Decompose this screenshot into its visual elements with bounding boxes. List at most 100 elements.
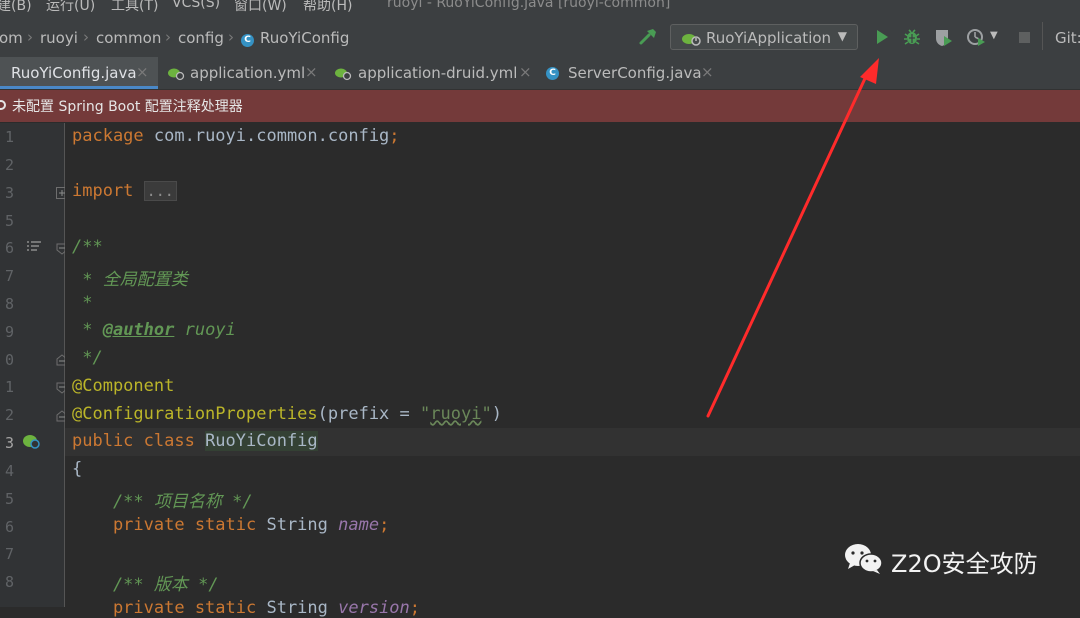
doc-comment: * xyxy=(72,270,103,290)
code-line: /** xyxy=(72,237,103,257)
spring-bean-icon[interactable] xyxy=(22,432,40,450)
menu-vcs[interactable]: VCS(S) xyxy=(172,0,220,11)
doc-comment: /** 版本 */ xyxy=(72,575,219,595)
debug-icon[interactable] xyxy=(901,26,923,48)
menu-build[interactable]: 建(B) xyxy=(0,0,32,14)
menu-help[interactable]: 帮助(H) xyxy=(303,0,352,14)
run-configuration-label: RuoYiApplication xyxy=(706,29,832,47)
punctuation: ; xyxy=(389,126,400,146)
keyword: package xyxy=(72,126,144,146)
type-name: String xyxy=(266,515,339,535)
window-title: ruoyi - RuoYiConfig.java [ruoyi-common] xyxy=(387,0,671,11)
code-line: private static String name; xyxy=(72,515,389,535)
editor-tab-bar: RuoYiConfig.java × application.yml × app… xyxy=(0,57,1080,90)
breadcrumb-item[interactable]: config xyxy=(178,29,224,47)
field-name: name xyxy=(338,515,380,535)
line-number: 6 xyxy=(4,239,14,257)
code-line: private static String version; xyxy=(72,598,420,618)
tab-label: application.yml xyxy=(190,64,306,82)
line-number: 2 xyxy=(4,406,14,424)
build-hammer-icon[interactable] xyxy=(637,26,659,48)
close-icon[interactable]: × xyxy=(305,63,318,81)
doc-comment-text: ruoyi xyxy=(174,320,236,340)
tab-label: ServerConfig.java xyxy=(568,64,702,82)
dropdown-caret-icon: ▼ xyxy=(837,29,847,43)
chevron-right-icon: › xyxy=(165,28,171,46)
line-number: 3 xyxy=(4,434,14,452)
breadcrumb-label: RuoYiConfig xyxy=(260,29,350,47)
menu-window[interactable]: 窗口(W) xyxy=(234,0,287,14)
line-number: 2 xyxy=(4,156,14,174)
toolbar-divider xyxy=(1042,22,1043,50)
doc-comment: */ xyxy=(72,348,103,368)
folded-imports[interactable]: ... xyxy=(143,181,177,201)
line-number: 1 xyxy=(4,378,14,396)
code-line: import ... xyxy=(72,181,177,201)
code-line: package com.ruoyi.common.config; xyxy=(72,126,400,146)
doc-comment: * xyxy=(72,320,103,340)
tab-application-yml[interactable]: application.yml × xyxy=(160,57,325,89)
menu-tools[interactable]: 工具(T) xyxy=(111,0,158,14)
close-icon[interactable]: × xyxy=(701,63,714,81)
breadcrumb-item[interactable]: om xyxy=(0,29,23,47)
profiler-icon[interactable] xyxy=(965,26,987,48)
tab-application-druid-yml[interactable]: application-druid.yml × xyxy=(327,57,537,89)
code-line: /** 项目名称 */ xyxy=(72,487,253,512)
doc-comment-render-icon[interactable] xyxy=(26,240,42,254)
line-number: 8 xyxy=(4,295,14,313)
code-editor[interactable]: package com.ruoyi.common.config; import … xyxy=(65,123,1080,618)
menu-bar: 建(B) 运行(U) 工具(T) VCS(S) 窗口(W) 帮助(H) ruoy… xyxy=(0,0,1080,14)
string-literal: " xyxy=(420,404,431,424)
line-number: 9 xyxy=(4,323,14,341)
code-text: ) xyxy=(491,404,502,424)
close-icon[interactable]: × xyxy=(136,63,149,81)
line-number: 1 xyxy=(4,128,14,146)
wechat-icon xyxy=(845,544,883,574)
line-number: 5 xyxy=(4,212,14,230)
doc-comment: * xyxy=(72,293,93,313)
line-number: 7 xyxy=(4,267,14,285)
spring-config-icon xyxy=(335,68,352,81)
tab-serverconfig-java[interactable]: C ServerConfig.java × xyxy=(539,57,719,89)
doc-tag: @author xyxy=(102,320,175,340)
type-name: String xyxy=(266,598,339,618)
tab-label: RuoYiConfig.java xyxy=(11,64,137,82)
breadcrumb-item[interactable]: ruoyi xyxy=(40,29,78,47)
code-line: public class RuoYiConfig xyxy=(72,431,318,451)
line-number: 0 xyxy=(4,351,14,369)
coverage-icon[interactable] xyxy=(932,26,954,48)
string-literal: " xyxy=(481,404,492,424)
run-icon[interactable] xyxy=(871,26,893,48)
code-line: */ xyxy=(72,348,103,368)
annotation: @ConfigurationProperties xyxy=(72,404,318,424)
field-name: version xyxy=(338,598,410,618)
close-icon[interactable]: × xyxy=(519,63,532,81)
stop-icon[interactable] xyxy=(1013,26,1035,48)
watermark-text: Z2O安全攻防 xyxy=(891,550,1038,578)
keyword: public class xyxy=(72,431,206,451)
warning-banner[interactable]: 未配置 Spring Boot 配置注释处理器 xyxy=(0,90,1080,122)
chevron-right-icon: › xyxy=(27,28,33,46)
breadcrumb-current[interactable]: C RuoYiConfig xyxy=(241,29,349,47)
gear-icon xyxy=(0,100,6,110)
breadcrumb-item[interactable]: common xyxy=(96,29,161,47)
line-number: 3 xyxy=(4,184,14,202)
code-text: (prefix = xyxy=(317,404,420,424)
navigation-bar: om › ruoyi › common › config › C RuoYiCon… xyxy=(0,14,1080,58)
code-line: * xyxy=(72,293,92,313)
git-label[interactable]: Git: xyxy=(1055,29,1080,47)
package-name: com.ruoyi.common.config xyxy=(143,126,390,146)
chevron-right-icon: › xyxy=(228,28,234,46)
keyword: private static xyxy=(72,515,267,535)
editor-gutter[interactable]: 1 2 3 5 6 7 8 9 0 1 2 3 4 5 6 7 8 xyxy=(0,123,68,607)
run-configuration-select[interactable]: RuoYiApplication ▼ xyxy=(670,24,858,50)
string-literal: ruoyi xyxy=(430,404,482,424)
chevron-right-icon: › xyxy=(83,28,89,46)
class-name: RuoYiConfig xyxy=(205,431,318,451)
code-line: { xyxy=(72,459,82,479)
keyword: private static xyxy=(72,598,267,618)
profiler-dropdown-icon[interactable]: ▼ xyxy=(990,30,998,41)
banner-message: 未配置 Spring Boot 配置注释处理器 xyxy=(12,99,243,115)
tab-ruoyiconfig-java[interactable]: RuoYiConfig.java × xyxy=(0,57,158,89)
menu-run[interactable]: 运行(U) xyxy=(46,0,95,14)
